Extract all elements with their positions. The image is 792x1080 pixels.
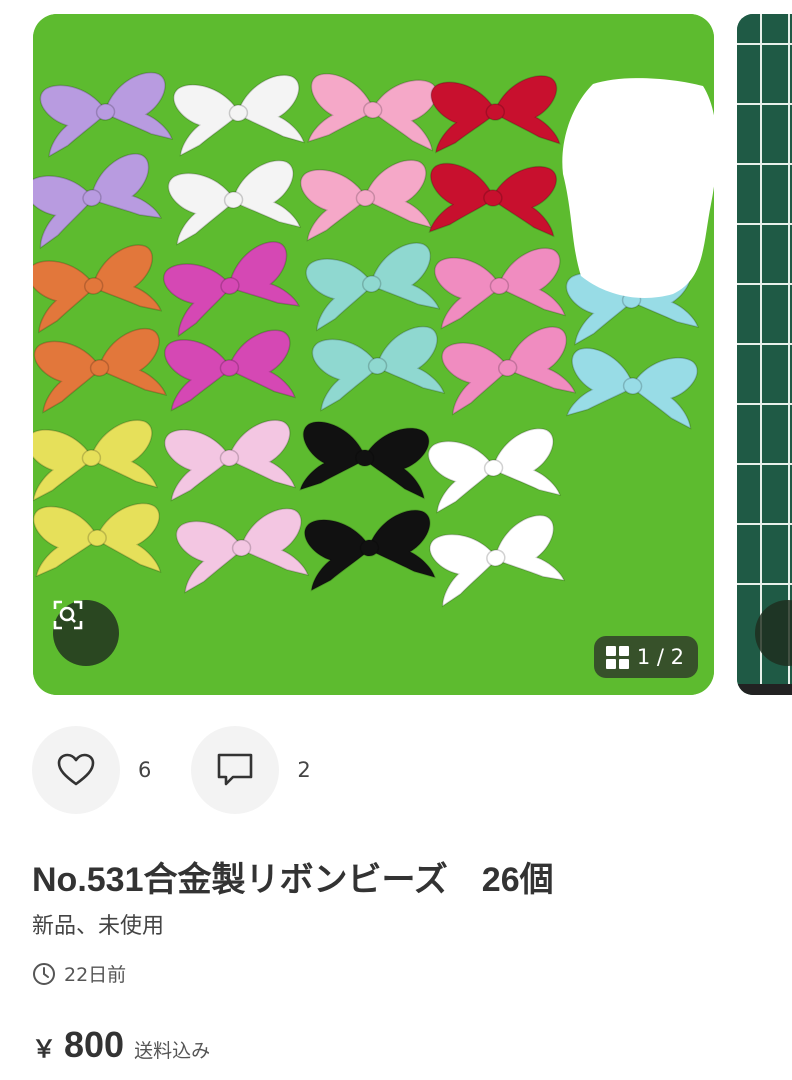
product-condition: 新品、未使用: [32, 914, 165, 939]
next-product-photo[interactable]: [737, 14, 792, 695]
zoom-scan-icon: [53, 600, 83, 630]
heart-icon: [57, 753, 95, 786]
action-bar: 6 2: [32, 726, 351, 814]
posted-time: 22日前: [32, 960, 126, 987]
comment-count: 2: [297, 758, 311, 782]
shipping-note: 送料込み: [134, 1040, 211, 1062]
like-count: 6: [138, 758, 152, 782]
image-gallery[interactable]: 1 / 2: [0, 0, 792, 700]
image-counter-text: 1 / 2: [636, 645, 684, 669]
product-title: No.531合金製リボンビーズ 26個: [32, 861, 554, 899]
currency-symbol: ￥: [32, 1035, 56, 1063]
zoom-button[interactable]: [53, 600, 119, 666]
image-counter: 1 / 2: [593, 636, 698, 678]
cutting-mat-photo: [737, 14, 792, 695]
grid-icon: [605, 645, 629, 669]
price-block: ￥ 800 送料込み: [32, 1024, 210, 1066]
ribbon-beads-photo: [33, 14, 714, 695]
comment-button[interactable]: [191, 726, 280, 814]
like-button[interactable]: [32, 726, 120, 814]
main-product-photo[interactable]: 1 / 2: [33, 14, 714, 695]
posted-time-text: 22日前: [64, 964, 127, 986]
clock-icon: [33, 962, 55, 985]
comment-icon: [218, 753, 253, 786]
price-amount: 800: [64, 1024, 125, 1065]
